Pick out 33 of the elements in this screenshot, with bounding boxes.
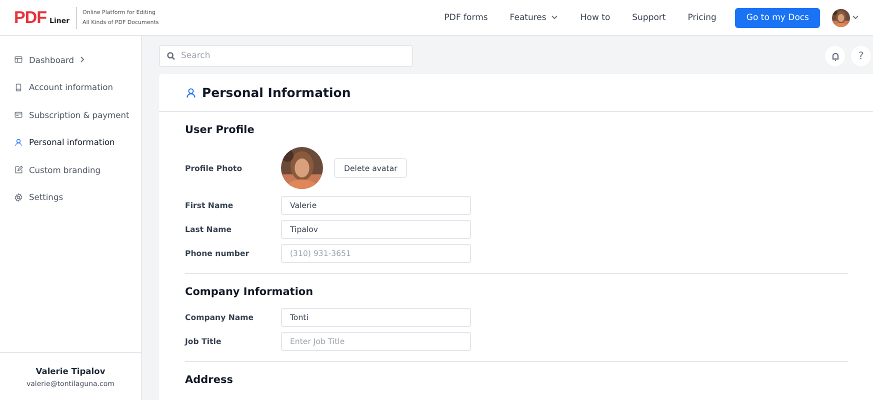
sidebar-item[interactable]: Custom branding (0, 156, 141, 184)
sidebar-item[interactable]: Settings (0, 184, 141, 211)
user-name: Valerie Tipalov (36, 366, 106, 376)
section-title: User Profile (185, 124, 256, 136)
help-button[interactable]: ? (851, 46, 871, 66)
search-field[interactable]: Search (159, 45, 413, 67)
section-title: Company Information (185, 286, 314, 298)
search-icon (167, 52, 175, 60)
nav-link[interactable]: Pricing (676, 12, 728, 22)
tablet-icon (14, 82, 23, 92)
logo-mark[interactable]: PDF (14, 8, 46, 28)
nav-link[interactable]: Support (621, 12, 677, 22)
sidebar-item[interactable]: Personal information (0, 128, 141, 156)
settings-icon (14, 192, 23, 202)
docs-button[interactable]: Go to my Docs (735, 8, 820, 28)
sidebar-item[interactable]: Subscription & payment (0, 101, 141, 128)
caret-icon (551, 15, 558, 20)
user-icon (185, 86, 197, 98)
caret-icon[interactable] (852, 15, 859, 20)
bell-icon (830, 52, 840, 60)
nav-link[interactable]: PDF forms (433, 12, 499, 22)
nav-link[interactable]: How to (569, 12, 622, 22)
notification-button[interactable] (825, 46, 845, 66)
chevron-icon (80, 56, 86, 64)
section-title: Address (185, 374, 234, 386)
sidebar-item[interactable]: Dashboard (0, 46, 141, 74)
edit-icon (14, 165, 23, 174)
sidebar-item[interactable]: Account information (0, 74, 141, 101)
user-icon (14, 138, 23, 147)
page-title: Personal Information (202, 85, 351, 100)
dashboard-icon (14, 55, 23, 64)
card-icon (14, 110, 23, 120)
nav-link[interactable]: Features (498, 12, 570, 22)
